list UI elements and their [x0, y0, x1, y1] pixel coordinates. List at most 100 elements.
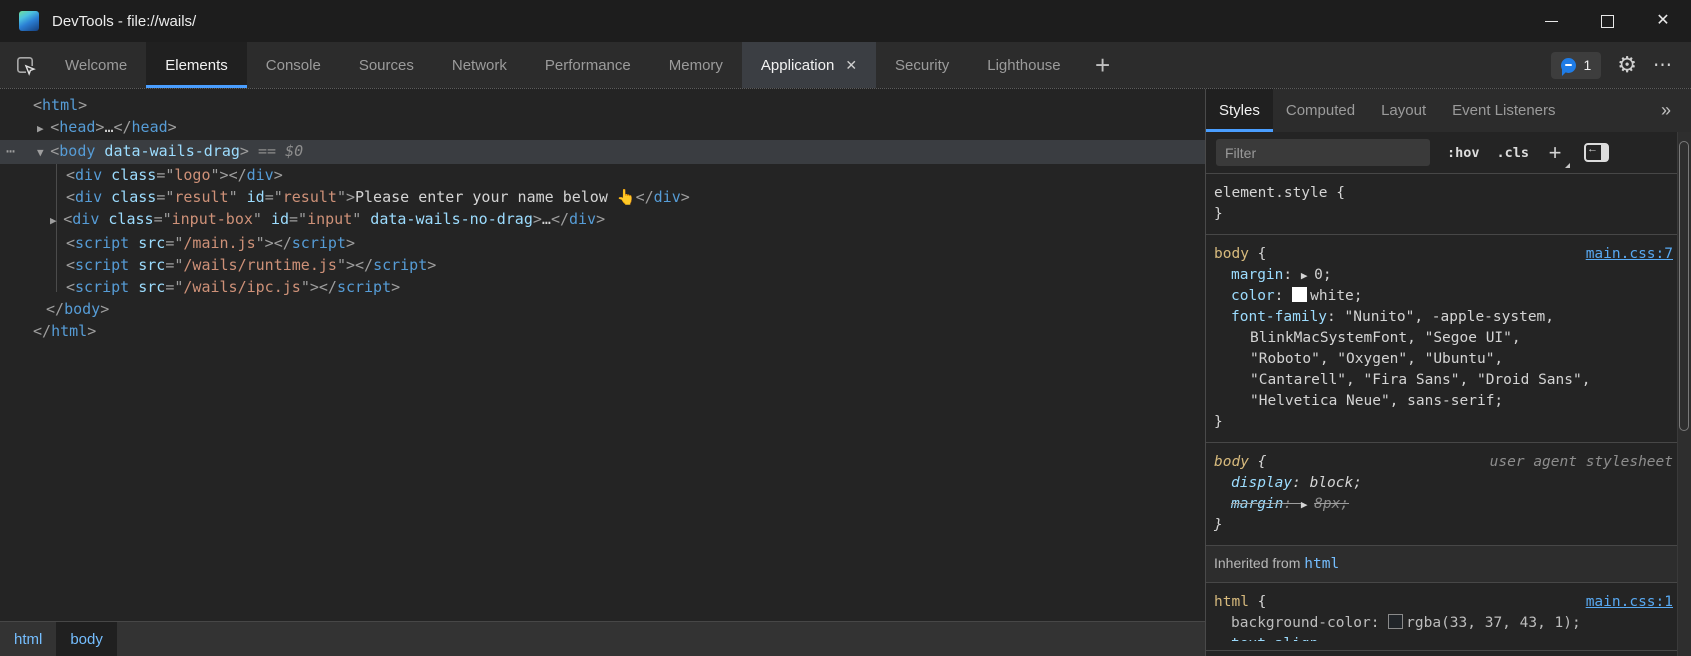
dom-tree-node[interactable]: <script src="/main.js"></script> — [0, 232, 1205, 254]
code-token: =" — [289, 210, 307, 228]
code-token: src — [129, 278, 165, 296]
code-token[interactable]: html — [1304, 556, 1339, 572]
color-swatch[interactable] — [1292, 287, 1307, 302]
more-dots-icon: ⋯ — [1653, 55, 1675, 76]
tab-styles[interactable]: Styles — [1206, 89, 1273, 132]
style-line[interactable]: margin: ▶ 0; — [1206, 265, 1691, 286]
code-token: id — [262, 210, 289, 228]
code-token: { — [1328, 185, 1345, 201]
styles-scrollbar[interactable] — [1677, 132, 1691, 656]
tab-welcome[interactable]: Welcome — [46, 42, 146, 88]
dom-tree-node[interactable]: ⋯▼ <body data-wails-drag> == $0 — [0, 140, 1205, 164]
code-token: " — [253, 210, 262, 228]
styles-filter-input[interactable] — [1216, 139, 1430, 166]
style-line[interactable]: body {main.css:7 — [1206, 244, 1691, 265]
style-line[interactable]: "Roboto", "Oxygen", "Ubuntu", — [1206, 349, 1691, 370]
stylesheet-link[interactable]: main.css:1 — [1586, 592, 1673, 613]
scrollbar-thumb[interactable] — [1679, 141, 1689, 431]
maximize-icon — [1601, 15, 1614, 28]
settings-button[interactable]: ⚙ — [1617, 54, 1637, 76]
code-token: "Cantarell", "Fira Sans", "Droid Sans", — [1250, 372, 1590, 388]
add-tab-button[interactable]: + — [1080, 42, 1126, 88]
more-tabs-chevron-icon[interactable]: » — [1661, 89, 1691, 132]
code-token: > — [427, 256, 436, 274]
dom-tree-node[interactable]: ▶ <div class="input-box" id="input" data… — [0, 208, 1205, 232]
code-token: id — [238, 188, 265, 206]
issues-badge[interactable]: 1 — [1551, 52, 1601, 79]
maximize-button[interactable] — [1579, 0, 1635, 42]
code-token: html — [42, 96, 78, 114]
toggle-class-button[interactable]: .cls — [1497, 145, 1530, 161]
tab-console[interactable]: Console — [247, 42, 340, 88]
code-token: < — [33, 96, 42, 114]
style-line[interactable]: color: white; — [1206, 286, 1691, 307]
style-line[interactable]: background-color: rgba(33, 37, 43, 1); — [1206, 613, 1691, 634]
tab-computed[interactable]: Computed — [1273, 89, 1368, 132]
toggle-pseudo-state-button[interactable]: :hov — [1447, 145, 1480, 161]
code-token: html — [51, 322, 87, 340]
style-line[interactable]: } — [1206, 412, 1691, 433]
code-token: script — [75, 278, 129, 296]
code-token: result — [283, 188, 337, 206]
stylesheet-link[interactable]: main.css:7 — [1586, 244, 1673, 265]
code-token: : — [1275, 288, 1292, 304]
style-line[interactable]: font-family: "Nunito", -apple-system, — [1206, 307, 1691, 328]
style-line[interactable]: "Cantarell", "Fira Sans", "Droid Sans", — [1206, 370, 1691, 391]
dom-tree-node[interactable]: ▶ <head>…</head> — [0, 116, 1205, 140]
code-token: script — [75, 256, 129, 274]
tab-lighthouse[interactable]: Lighthouse — [968, 42, 1079, 88]
style-line[interactable]: BlinkMacSystemFont, "Segoe UI", — [1206, 328, 1691, 349]
style-line[interactable]: element.style { — [1206, 183, 1691, 204]
body-rule-section: body {main.css:7margin: ▶ 0;color: white… — [1206, 235, 1691, 443]
close-button[interactable]: ✕ — [1635, 0, 1691, 42]
tab-sources[interactable]: Sources — [340, 42, 433, 88]
new-style-rule-button[interactable]: + — [1543, 142, 1567, 164]
tab-performance[interactable]: Performance — [526, 42, 650, 88]
tab-elements[interactable]: Elements — [146, 42, 247, 88]
code-token: input-box — [172, 210, 253, 228]
breadcrumb-body[interactable]: body — [56, 622, 117, 656]
window-controls: ✕ — [1523, 0, 1691, 42]
dom-tree-node[interactable]: <script src="/wails/runtime.js"></script… — [0, 254, 1205, 276]
code-token: /wails/ipc.js — [183, 278, 300, 296]
style-line[interactable]: text-align — [1206, 634, 1691, 641]
dom-tree-node[interactable]: <div class="result" id="result">Please e… — [0, 186, 1205, 208]
style-line[interactable]: } — [1206, 204, 1691, 225]
code-token: ▶ — [1301, 498, 1314, 511]
dom-tree-node[interactable]: <div class="logo"></div> — [0, 164, 1205, 186]
breadcrumb-html[interactable]: html — [0, 622, 56, 656]
tab-application[interactable]: Application ✕ — [742, 42, 876, 88]
breadcrumb: html body — [0, 621, 1205, 656]
code-token: src — [129, 256, 165, 274]
style-line[interactable]: margin: ▶ 8px; — [1206, 494, 1691, 515]
code-token: =" — [154, 210, 172, 228]
style-line[interactable]: Inherited from html — [1206, 553, 1691, 575]
code-token: display — [1231, 475, 1292, 491]
inspect-element-button[interactable] — [4, 42, 46, 88]
issues-count: 1 — [1583, 57, 1591, 73]
tab-layout[interactable]: Layout — [1368, 89, 1439, 132]
dom-tree-node[interactable]: <script src="/wails/ipc.js"></script> — [0, 276, 1205, 298]
close-tab-icon[interactable]: ✕ — [845, 58, 857, 72]
toggle-sidebar-icon[interactable] — [1584, 143, 1609, 162]
code-token: < — [66, 166, 75, 184]
style-line[interactable]: "Helvetica Neue", sans-serif; — [1206, 391, 1691, 412]
minimize-button[interactable] — [1523, 0, 1579, 42]
tab-security[interactable]: Security — [876, 42, 968, 88]
style-line[interactable]: html {main.css:1 — [1206, 592, 1691, 613]
tab-network[interactable]: Network — [433, 42, 526, 88]
code-token: > — [274, 166, 283, 184]
color-swatch[interactable] — [1388, 614, 1403, 629]
style-line[interactable]: } — [1206, 515, 1691, 536]
dom-tree-node[interactable]: <html> — [0, 94, 1205, 116]
tab-memory[interactable]: Memory — [650, 42, 742, 88]
code-token: ▶ — [37, 122, 50, 135]
code-token: } — [1214, 414, 1223, 430]
more-options-button[interactable]: ⋯ — [1653, 56, 1675, 75]
tab-event-listeners[interactable]: Event Listeners — [1439, 89, 1568, 132]
dom-tree-node[interactable]: </html> — [0, 320, 1205, 342]
code-token: > — [391, 278, 400, 296]
style-line[interactable]: display: block; — [1206, 473, 1691, 494]
style-line[interactable]: body {user agent stylesheet — [1206, 452, 1691, 473]
dom-tree-node[interactable]: </body> — [0, 298, 1205, 320]
